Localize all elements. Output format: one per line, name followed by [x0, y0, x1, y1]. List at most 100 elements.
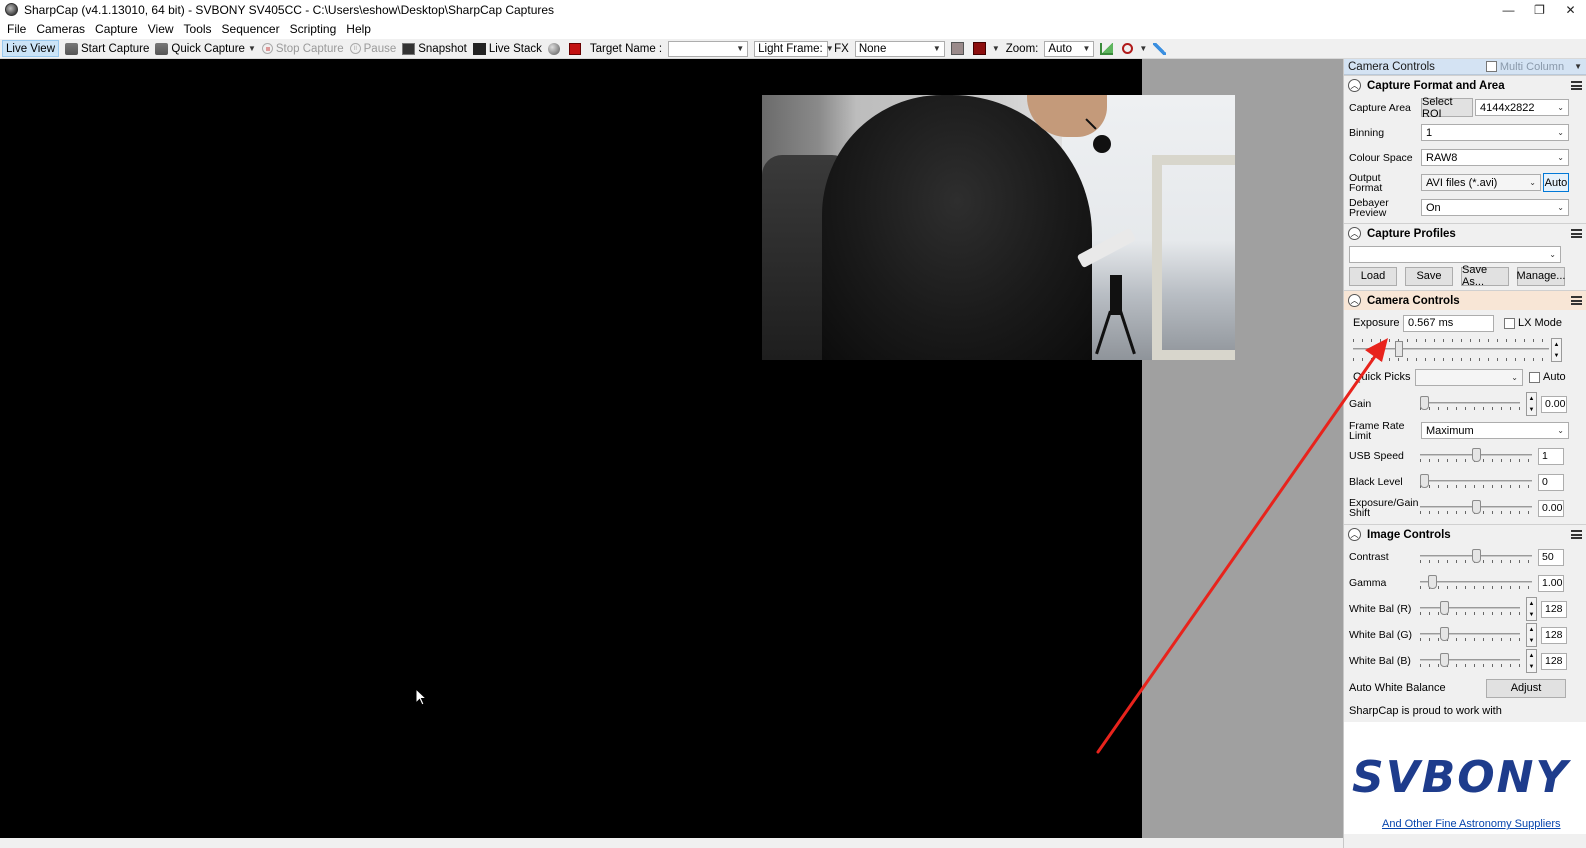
frame-type-combo[interactable]: Light Frame: ▼ — [754, 40, 834, 57]
live-view-button[interactable]: Live View — [2, 40, 60, 57]
down-arrow-icon[interactable]: ▼ — [1554, 353, 1560, 359]
wb-r-spinner[interactable]: ▲ ▼ — [1526, 597, 1537, 621]
contrast-slider[interactable] — [1420, 549, 1532, 565]
frame-rate-combo[interactable]: Maximum ⌄ — [1421, 422, 1569, 439]
up-arrow-icon[interactable]: ▲ — [1554, 342, 1560, 348]
menu-file[interactable]: File — [2, 22, 31, 36]
chevron-down-icon[interactable]: ▼ — [1574, 62, 1582, 71]
lx-mode-checkbox[interactable] — [1504, 317, 1515, 329]
down-arrow-icon[interactable]: ▼ — [1529, 638, 1535, 644]
multi-column-toggle[interactable]: Multi Column ▼ — [1485, 61, 1582, 73]
astronomy-suppliers-link[interactable]: And Other Fine Astronomy Suppliers — [1382, 818, 1561, 830]
slider-thumb[interactable] — [1440, 653, 1449, 667]
contrast-value[interactable]: 50 — [1538, 548, 1564, 566]
capture-area-combo[interactable]: 4144x2822 ⌄ — [1475, 99, 1569, 116]
exposure-slider[interactable] — [1349, 337, 1549, 363]
menu-icon[interactable] — [1571, 229, 1582, 238]
minimize-button[interactable]: — — [1493, 0, 1524, 19]
up-arrow-icon[interactable]: ▲ — [1529, 601, 1535, 607]
quick-picks-combo[interactable]: ⌄ — [1415, 368, 1523, 386]
exposure-gain-shift-value[interactable]: 0.00 — [1538, 499, 1564, 517]
quick-capture-button[interactable]: Quick Capture ▼ — [155, 42, 256, 55]
feather-button[interactable] — [1153, 42, 1169, 55]
menu-help[interactable]: Help — [341, 22, 376, 36]
gamma-value[interactable]: 1.00 — [1538, 574, 1564, 592]
zoom-combo[interactable]: Auto ▼ — [1044, 40, 1095, 57]
usb-speed-slider[interactable] — [1420, 448, 1532, 464]
slider-thumb[interactable] — [1440, 601, 1449, 615]
colour-space-combo[interactable]: RAW8 ⌄ — [1421, 149, 1569, 166]
debayer-combo[interactable]: On ⌄ — [1421, 199, 1569, 216]
gain-value[interactable]: 0.00 — [1541, 395, 1567, 413]
output-format-combo[interactable]: AVI files (*.avi) ⌄ — [1421, 174, 1541, 191]
restore-button[interactable]: ❐ — [1524, 0, 1555, 19]
profile-combo[interactable]: ⌄ — [1349, 245, 1561, 263]
gamma-slider[interactable] — [1420, 575, 1532, 591]
menu-scripting[interactable]: Scripting — [285, 22, 342, 36]
wb-b-slider[interactable] — [1420, 653, 1520, 669]
wb-r-value[interactable]: 128 — [1541, 600, 1567, 618]
checkbox[interactable] — [1485, 61, 1497, 72]
select-roi-button[interactable]: Select ROI — [1421, 96, 1473, 120]
slider-thumb[interactable] — [1420, 396, 1429, 410]
auto-exposure-checkbox[interactable] — [1529, 371, 1540, 383]
auto-button[interactable]: Auto — [1543, 173, 1569, 192]
exposure-input[interactable]: 0.567 ms — [1403, 314, 1494, 332]
pause-button[interactable]: ॥ Pause — [349, 43, 396, 55]
chevron-down-icon[interactable]: ▼ — [992, 44, 1000, 53]
menu-icon[interactable] — [1571, 81, 1582, 90]
histogram-button[interactable] — [1100, 42, 1116, 55]
save-as-button[interactable]: Save As... — [1461, 264, 1509, 288]
close-button[interactable]: ✕ — [1555, 0, 1586, 19]
wb-r-slider[interactable] — [1420, 601, 1520, 617]
menu-cameras[interactable]: Cameras — [31, 22, 90, 36]
fx-combo[interactable]: None ▼ — [854, 40, 945, 57]
collapse-icon[interactable]: ︿ — [1348, 528, 1361, 541]
gain-spinner[interactable]: ▲ ▼ — [1526, 392, 1537, 416]
collapse-icon[interactable]: ︿ — [1348, 79, 1361, 92]
black-level-slider[interactable] — [1420, 474, 1532, 490]
chevron-down-icon[interactable]: ▼ — [1139, 44, 1147, 53]
slider-thumb[interactable] — [1428, 575, 1437, 589]
start-capture-button[interactable]: Start Capture — [65, 42, 149, 55]
up-arrow-icon[interactable]: ▲ — [1529, 653, 1535, 659]
menu-view[interactable]: View — [143, 22, 179, 36]
menu-icon[interactable] — [1571, 296, 1582, 305]
slider-thumb[interactable] — [1472, 448, 1481, 462]
manage-button[interactable]: Manage... — [1517, 266, 1565, 286]
wb-b-value[interactable]: 128 — [1541, 652, 1567, 670]
down-arrow-icon[interactable]: ▼ — [1529, 612, 1535, 618]
down-arrow-icon[interactable]: ▼ — [1529, 664, 1535, 670]
wb-b-spinner[interactable]: ▲ ▼ — [1526, 649, 1537, 673]
slider-thumb[interactable] — [1472, 500, 1481, 514]
collapse-icon[interactable]: ︿ — [1348, 294, 1361, 307]
section-camera-controls[interactable]: ︿ Camera Controls — [1344, 290, 1586, 310]
live-stack-button[interactable]: Live Stack — [472, 42, 542, 55]
up-arrow-icon[interactable]: ▲ — [1529, 627, 1535, 633]
slider-thumb[interactable] — [1420, 474, 1429, 488]
dark-frame-button[interactable] — [568, 42, 584, 55]
wb-g-value[interactable]: 128 — [1541, 626, 1567, 644]
stop-capture-button[interactable]: Stop Capture — [261, 43, 344, 55]
zoom-tool-button[interactable]: ▼ — [1122, 43, 1147, 54]
svbony-logo[interactable]: SVBONY — [1352, 752, 1569, 803]
slider-thumb[interactable] — [1440, 627, 1449, 641]
adjust-button[interactable]: Adjust — [1486, 678, 1566, 698]
display-mode-button[interactable]: ▼ — [972, 42, 1000, 55]
section-image-controls[interactable]: ︿ Image Controls — [1344, 524, 1586, 544]
section-capture-profiles[interactable]: ︿ Capture Profiles — [1344, 223, 1586, 243]
usb-speed-value[interactable]: 1 — [1538, 447, 1564, 465]
wb-g-slider[interactable] — [1420, 627, 1520, 643]
menu-icon[interactable] — [1571, 530, 1582, 539]
target-name-combo[interactable]: ▼ — [668, 40, 749, 57]
black-level-value[interactable]: 0 — [1538, 473, 1564, 491]
collapse-icon[interactable]: ︿ — [1348, 227, 1361, 240]
exposure-gain-shift-slider[interactable] — [1420, 500, 1532, 516]
menu-capture[interactable]: Capture — [90, 22, 143, 36]
down-arrow-icon[interactable]: ▼ — [1529, 407, 1535, 413]
binning-combo[interactable]: 1 ⌄ — [1421, 124, 1569, 141]
chevron-down-icon[interactable]: ▼ — [248, 44, 256, 53]
gain-slider[interactable] — [1420, 396, 1520, 412]
polar-align-button[interactable] — [547, 42, 563, 55]
section-capture-format[interactable]: ︿ Capture Format and Area — [1344, 75, 1586, 95]
